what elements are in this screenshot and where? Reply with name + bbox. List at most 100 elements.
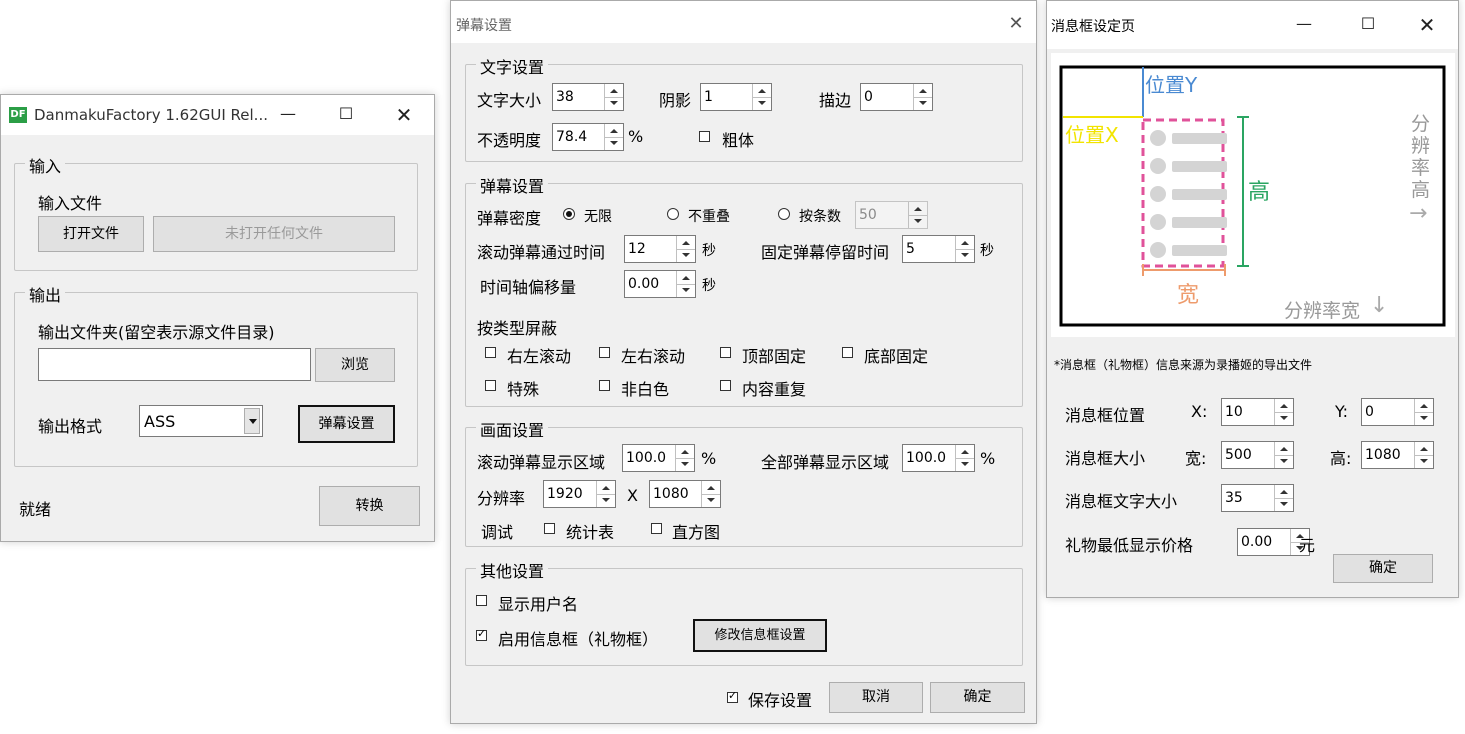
debug-histogram-checkbox[interactable] <box>651 523 662 534</box>
msgbox-window-title: 消息框设定页 <box>1051 19 1135 35</box>
density-unlimited-radio[interactable] <box>563 208 575 220</box>
show-username-checkbox[interactable] <box>476 595 487 606</box>
output-group-title: 输出 <box>25 282 66 306</box>
open-file-button[interactable]: 打开文件 <box>38 216 144 252</box>
msgbox-height-value: 1080 <box>1365 447 1401 463</box>
modify-msgbox-button[interactable]: 修改信息框设置 <box>693 619 827 652</box>
all-area-percent: % <box>980 449 996 468</box>
block-repeat-checkbox[interactable] <box>720 380 731 391</box>
bold-checkbox[interactable] <box>699 131 710 142</box>
msgbox-settings-window: 消息框设定页 — ☐ ✕ 位置Y 位置X 高 宽 分 辨 率 高 → 分辨率宽 … <box>1046 0 1459 598</box>
density-count-stepper[interactable]: 50 <box>855 201 928 229</box>
pos-x-text: 位置X <box>1065 123 1119 147</box>
width-text: 宽 <box>1177 283 1200 308</box>
opacity-percent: % <box>628 127 644 146</box>
msgbox-note: *消息框（礼物框）信息来源为录播姬的导出文件 <box>1054 358 1313 372</box>
msgbox-width-stepper[interactable]: 500 <box>1221 441 1294 469</box>
block-l2r-checkbox[interactable] <box>599 347 610 358</box>
msgbox-font-size-label: 消息框文字大小 <box>1065 492 1178 511</box>
block-repeat-label: 内容重复 <box>742 380 807 399</box>
msgbox-y-stepper[interactable]: 0 <box>1361 398 1434 426</box>
fixed-time-unit: 秒 <box>980 243 994 259</box>
danmaku-settings-button[interactable]: 弹幕设置 <box>298 405 395 443</box>
block-bottom-label: 底部固定 <box>864 347 929 366</box>
msgbox-font-size-value: 35 <box>1225 490 1243 506</box>
shadow-label: 阴影 <box>659 91 692 110</box>
output-folder-label: 输出文件夹(留空表示源文件目录) <box>38 323 275 342</box>
msgbox-size-label: 消息框大小 <box>1065 449 1146 468</box>
ok-button[interactable]: 确定 <box>930 682 1025 713</box>
input-group-title: 输入 <box>25 153 66 177</box>
all-area-label: 全部弹幕显示区域 <box>761 453 890 472</box>
file-display-button[interactable]: 未打开任何文件 <box>153 216 395 252</box>
minimize-icon[interactable]: — <box>1281 1 1327 47</box>
min-price-label: 礼物最低显示价格 <box>1065 536 1194 555</box>
msgbox-position-label: 消息框位置 <box>1065 406 1146 425</box>
opacity-stepper[interactable]: 78.4 <box>552 123 624 151</box>
font-size-stepper[interactable]: 38 <box>552 83 624 111</box>
msgbox-x-stepper[interactable]: 10 <box>1221 398 1294 426</box>
enable-msgbox-label: 启用信息框（礼物框） <box>498 630 659 649</box>
outline-stepper[interactable]: 0 <box>860 83 933 111</box>
scroll-time-stepper[interactable]: 12 <box>624 235 696 263</box>
display-group-title: 画面设置 <box>476 417 549 441</box>
minimize-icon[interactable]: — <box>265 95 311 133</box>
debug-table-checkbox[interactable] <box>544 523 555 534</box>
maximize-icon[interactable]: ☐ <box>323 95 369 133</box>
density-no-overlap-label: 不重叠 <box>688 209 730 225</box>
msgbox-x-label: X: <box>1191 402 1208 421</box>
opacity-value: 78.4 <box>556 129 588 145</box>
input-file-label: 输入文件 <box>38 194 103 213</box>
block-r2l-checkbox[interactable] <box>485 347 496 358</box>
msgbox-ok-button[interactable]: 确定 <box>1333 554 1433 583</box>
convert-button[interactable]: 转换 <box>319 486 420 526</box>
msgbox-titlebar[interactable]: 消息框设定页 — ☐ ✕ <box>1047 1 1458 49</box>
enable-msgbox-checkbox[interactable] <box>476 627 487 641</box>
maximize-icon[interactable]: ☐ <box>1345 1 1391 47</box>
cancel-button[interactable]: 取消 <box>829 682 923 713</box>
fixed-time-stepper[interactable]: 5 <box>902 235 975 263</box>
offset-stepper[interactable]: 0.00 <box>624 270 696 298</box>
block-r2l-label: 右左滚动 <box>507 347 572 366</box>
density-count-value: 50 <box>859 207 877 223</box>
close-icon[interactable]: ✕ <box>381 95 427 135</box>
debug-histogram-label: 直方图 <box>672 523 721 542</box>
msgbox-height-label: 高: <box>1330 449 1352 468</box>
density-no-overlap-radio[interactable] <box>667 208 679 220</box>
height-text: 高 <box>1248 180 1271 205</box>
close-icon[interactable]: ✕ <box>1404 1 1450 49</box>
scroll-time-label: 滚动弹幕通过时间 <box>477 243 606 262</box>
block-nonwhite-checkbox[interactable] <box>599 380 610 391</box>
block-special-checkbox[interactable] <box>485 380 496 391</box>
main-window-title: DanmakuFactory 1.62GUI Rel... <box>34 106 268 124</box>
browse-button[interactable]: 浏览 <box>315 348 395 382</box>
msgbox-height-stepper[interactable]: 1080 <box>1361 441 1434 469</box>
scroll-area-stepper[interactable]: 100.0 <box>622 444 695 472</box>
debug-label: 调试 <box>481 523 514 542</box>
save-settings-checkbox[interactable] <box>727 689 738 703</box>
density-by-count-radio[interactable] <box>778 208 790 220</box>
output-format-select[interactable]: ASS <box>139 405 263 437</box>
danmaku-window-title: 弹幕设置 <box>456 18 512 34</box>
shadow-stepper[interactable]: 1 <box>700 83 772 111</box>
resolution-x-label: X <box>627 486 638 505</box>
block-bottom-checkbox[interactable] <box>842 347 853 358</box>
resolution-height-stepper[interactable]: 1080 <box>649 480 721 508</box>
pos-y-text: 位置Y <box>1145 73 1198 97</box>
close-icon[interactable]: ✕ <box>993 1 1039 47</box>
output-folder-input[interactable] <box>38 348 311 381</box>
status-text: 就绪 <box>19 500 52 519</box>
font-size-value: 38 <box>556 89 574 105</box>
scroll-time-unit: 秒 <box>702 243 716 259</box>
font-size-label: 文字大小 <box>477 91 542 110</box>
block-l2r-label: 左右滚动 <box>621 347 686 366</box>
block-top-checkbox[interactable] <box>720 347 731 358</box>
danmaku-titlebar[interactable]: 弹幕设置 ✕ <box>451 1 1036 43</box>
chevron-down-icon[interactable] <box>244 408 260 434</box>
all-area-stepper[interactable]: 100.0 <box>902 444 975 472</box>
resolution-width-value: 1920 <box>547 486 583 502</box>
msgbox-y-value: 0 <box>1365 404 1374 420</box>
resolution-width-stepper[interactable]: 1920 <box>543 480 616 508</box>
msgbox-font-size-stepper[interactable]: 35 <box>1221 484 1294 512</box>
main-titlebar[interactable]: DF DanmakuFactory 1.62GUI Rel... — ☐ ✕ <box>1 95 434 135</box>
